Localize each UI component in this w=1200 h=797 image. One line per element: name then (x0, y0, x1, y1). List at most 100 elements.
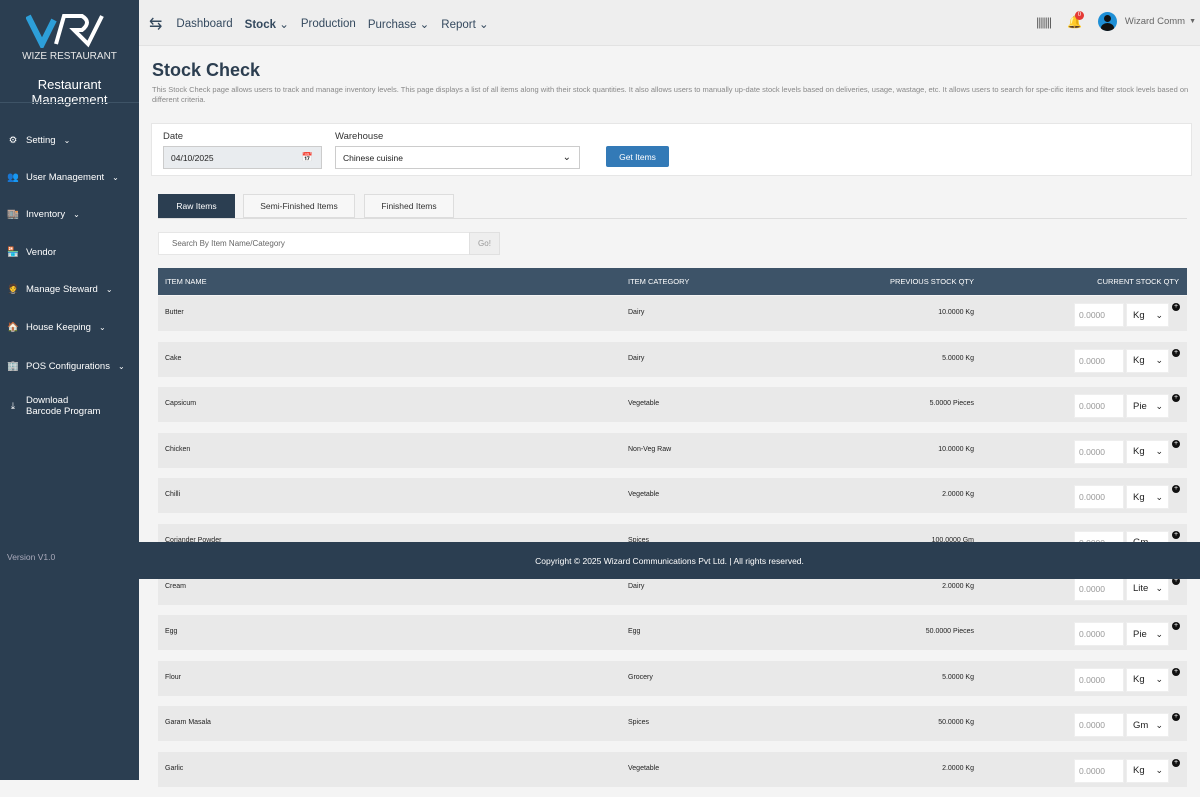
unit-select[interactable]: Kg ⌄ (1126, 439, 1169, 464)
menu-toggle-icon[interactable]: ⇆ (149, 14, 162, 34)
search-input[interactable]: Search By Item Name/Category (158, 232, 470, 255)
unit-select[interactable]: Kg ⌄ (1126, 303, 1169, 327)
calendar-icon[interactable]: 📅 (302, 152, 313, 163)
previous-stock-qty: 10.0000 Kg (938, 309, 974, 316)
sidebar-item-inventory[interactable]: 🏬 Inventory ⌄ (4, 205, 80, 223)
unit-select[interactable]: Kg ⌄ (1126, 348, 1169, 373)
gear-icon: ⚙ (8, 134, 18, 146)
row-background (158, 615, 1187, 651)
current-stock-input[interactable]: 0.0000 (1074, 485, 1124, 510)
avatar[interactable] (1097, 12, 1117, 31)
unit-value: Kg (1133, 309, 1145, 321)
unit-select[interactable]: Kg ⌄ (1126, 485, 1169, 510)
sidebar-item-house-keeping[interactable]: 🏠 House Keeping ⌄ (4, 318, 106, 336)
user-menu[interactable]: Wizard Comm (1125, 16, 1185, 27)
filter-card: Date 04/10/2025 📅 Warehouse Chinese cuisi… (151, 123, 1192, 176)
chevron-down-icon: ⌄ (1155, 309, 1163, 320)
item-name: Butter (165, 309, 184, 316)
logo (26, 14, 104, 48)
current-stock-input[interactable]: 0.0000 (1074, 348, 1124, 373)
add-icon[interactable]: + (1172, 348, 1180, 357)
sidebar-item-label: User Management (26, 171, 105, 183)
item-category: Vegetable (628, 764, 660, 772)
tab-semi-finished-items[interactable]: Semi-Finished Items (243, 194, 355, 218)
chevron-down-icon: ⌄ (1155, 674, 1163, 685)
add-icon[interactable]: + (1172, 758, 1180, 767)
get-items-button[interactable]: Get Items (606, 146, 669, 167)
barcode-icon[interactable]: ||||||| (1036, 15, 1052, 29)
nav-stock[interactable]: Stock ⌄ (245, 17, 289, 31)
tab-finished-items[interactable]: Finished Items (364, 194, 454, 218)
current-stock-input[interactable]: 0.0000 (1074, 667, 1124, 692)
add-icon[interactable]: + (1172, 439, 1180, 448)
unit-select[interactable]: Pie ⌄ (1126, 394, 1169, 419)
current-stock-input[interactable]: 0.0000 (1074, 622, 1124, 647)
item-category: Vegetable (628, 491, 660, 499)
table-row: Butter Dairy 10.0000 Kg 0.0000 Kg ⌄ + (158, 295, 1187, 341)
stock-table: ITEM NAME ITEM CATEGORY PREVIOUS STOCK Q… (158, 268, 1187, 797)
divider (158, 218, 1187, 219)
chevron-down-icon: ⌄ (63, 135, 71, 145)
top-bar: ⇆ Dashboard Stock ⌄ Production Purchase … (139, 0, 1200, 46)
tab-raw-items[interactable]: Raw Items (158, 194, 235, 218)
unit-value: Gm (1133, 719, 1149, 731)
warehouse-value: Chinese cuisine (343, 152, 404, 163)
sidebar-item-user-management[interactable]: 👥 User Management ⌄ (4, 168, 119, 186)
previous-stock-qty: 5.0000 Pieces (929, 400, 974, 408)
notification-badge: 0 (1074, 10, 1084, 20)
table-row: Flour Grocery 5.0000 Kg 0.0000 Kg ⌄ + (158, 660, 1187, 706)
unit-select[interactable]: Kg ⌄ (1126, 667, 1169, 692)
nav-report[interactable]: Report ⌄ (441, 17, 488, 31)
nav-production[interactable]: Production (301, 18, 356, 30)
previous-stock-qty: 2.0000 Kg (942, 764, 974, 772)
sidebar-item-manage-steward[interactable]: 🤵 Manage Steward ⌄ (4, 280, 112, 298)
current-stock-input[interactable]: 0.0000 (1074, 394, 1124, 419)
previous-stock-qty: 5.0000 Kg (942, 673, 974, 681)
unit-select[interactable]: Gm ⌄ (1126, 713, 1169, 738)
add-icon[interactable]: + (1172, 667, 1180, 676)
sidebar-item-vendor[interactable]: 🏪 Vendor (4, 243, 56, 261)
sidebar-item-setting[interactable]: ⚙ Setting ⌄ (4, 131, 71, 149)
bell-icon[interactable]: 🔔 0 (1067, 10, 1084, 29)
unit-select[interactable]: Pie ⌄ (1126, 622, 1169, 647)
row-background (158, 387, 1187, 423)
sidebar-item-pos-configurations[interactable]: 🏢 POS Configurations ⌄ (4, 357, 125, 375)
nav-purchase[interactable]: Purchase ⌄ (368, 17, 429, 31)
sidebar-item-label: POS Configurations (26, 360, 110, 372)
previous-stock-qty: 50.0000 Kg (938, 719, 974, 727)
chevron-down-icon: ⌄ (1155, 355, 1163, 366)
date-input[interactable]: 04/10/2025 📅 (163, 146, 322, 169)
item-name: Flour (165, 673, 181, 681)
footer: Copyright © 2025 Wizard Communications P… (139, 542, 1200, 579)
unit-select[interactable]: Kg ⌄ (1126, 758, 1169, 783)
current-stock-input[interactable]: 0.0000 (1074, 576, 1124, 601)
go-button[interactable]: Go! (469, 232, 500, 255)
sidebar-item-download-barcode-program[interactable]: ⤓ Download Barcode Program (4, 395, 106, 417)
divider (0, 102, 139, 103)
item-name: Chilli (165, 491, 181, 499)
chevron-down-icon: ⌄ (562, 152, 571, 163)
unit-select[interactable]: Lite ⌄ (1126, 576, 1169, 601)
current-stock-input[interactable]: 0.0000 (1074, 758, 1124, 783)
sidebar-item-label: Inventory (26, 208, 66, 220)
add-icon[interactable]: + (1172, 303, 1180, 311)
pos-icon: 🏢 (7, 360, 19, 372)
current-stock-input[interactable]: 0.0000 (1074, 713, 1124, 738)
warehouse-select[interactable]: Chinese cuisine ⌄ (335, 146, 580, 169)
current-stock-input[interactable]: 0.0000 (1074, 303, 1124, 327)
unit-value: Pie (1133, 400, 1147, 412)
caret-down-icon[interactable]: ▼ (1189, 18, 1196, 25)
item-category: Grocery (628, 673, 653, 681)
current-stock-input[interactable]: 0.0000 (1074, 439, 1124, 464)
item-category: Spices (628, 719, 650, 727)
chevron-down-icon: ⌄ (1155, 491, 1163, 502)
page-title: Stock Check (152, 60, 261, 80)
brand-name: WIZE RESTAURANT (22, 51, 117, 62)
chevron-down-icon: ⌄ (117, 361, 125, 371)
nav-dashboard[interactable]: Dashboard (176, 18, 232, 30)
unit-value: Kg (1133, 491, 1145, 503)
page-description: This Stock Check page allows users to tr… (152, 85, 1189, 104)
item-name: Egg (165, 628, 178, 636)
add-icon[interactable]: + (1172, 530, 1180, 539)
unit-value: Kg (1133, 765, 1145, 777)
